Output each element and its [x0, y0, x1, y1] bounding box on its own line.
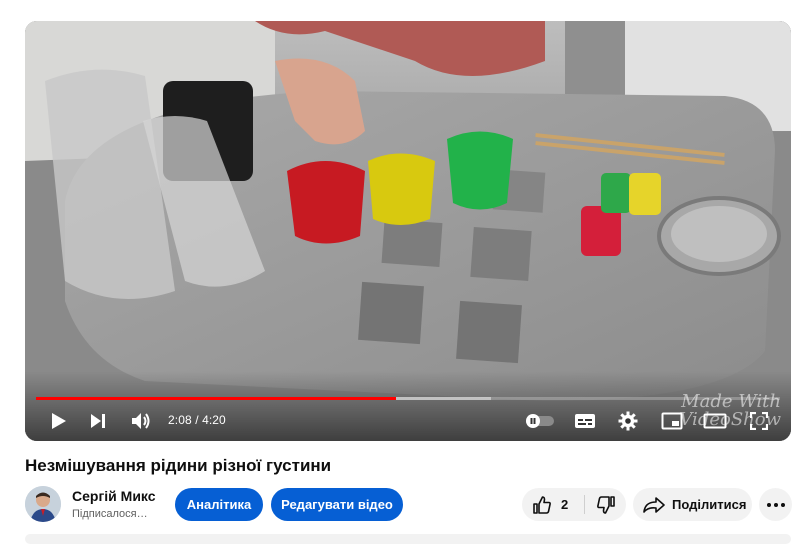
description-box[interactable] [25, 534, 791, 544]
settings-button[interactable] [615, 409, 641, 433]
volume-button[interactable] [128, 409, 154, 433]
share-button[interactable]: Поділитися [633, 488, 752, 521]
next-icon [91, 414, 105, 428]
miniplayer-button[interactable] [659, 409, 685, 433]
subscription-status: Підписалося… [72, 508, 148, 520]
time-separator: / [195, 413, 199, 427]
fullscreen-button[interactable] [746, 409, 772, 433]
subtitles-icon [575, 414, 595, 428]
theater-mode-button[interactable] [702, 409, 728, 433]
play-button[interactable] [45, 409, 71, 433]
progress-bar[interactable] [36, 397, 780, 400]
next-button[interactable] [85, 409, 111, 433]
time-display: 2:08 / 4:20 [168, 413, 226, 427]
volume-icon [132, 413, 150, 429]
autoplay-toggle-icon [526, 414, 554, 428]
like-dislike-group: 2 [522, 488, 626, 521]
video-title: Незмішування рідини різної густини [25, 456, 332, 475]
progress-played [36, 397, 397, 400]
dislike-button[interactable] [585, 488, 626, 521]
autoplay-toggle[interactable] [525, 409, 555, 433]
channel-name[interactable]: Сергій Микс [72, 488, 156, 504]
play-icon [52, 413, 66, 429]
edit-video-button[interactable]: Редагувати відео [271, 488, 403, 521]
fullscreen-icon [750, 412, 768, 430]
gear-icon [618, 411, 638, 431]
theater-mode-icon [703, 413, 727, 429]
duration: 4:20 [202, 413, 226, 427]
analytics-button[interactable]: Аналітика [175, 488, 263, 521]
avatar[interactable] [25, 486, 61, 522]
share-label: Поділитися [672, 497, 747, 512]
current-time: 2:08 [168, 413, 192, 427]
more-actions-button[interactable] [759, 488, 792, 521]
avatar-image [25, 486, 61, 522]
miniplayer-icon [661, 412, 683, 430]
thumbs-down-icon [596, 495, 615, 514]
more-horizontal-icon [766, 502, 785, 507]
like-button[interactable]: 2 [522, 488, 584, 521]
video-player[interactable]: 2:08 / 4:20 Made With VideoShow [25, 21, 791, 441]
subtitles-button[interactable] [572, 409, 598, 433]
thumbs-up-icon [533, 495, 551, 514]
like-count: 2 [561, 497, 569, 512]
share-icon [643, 496, 665, 513]
